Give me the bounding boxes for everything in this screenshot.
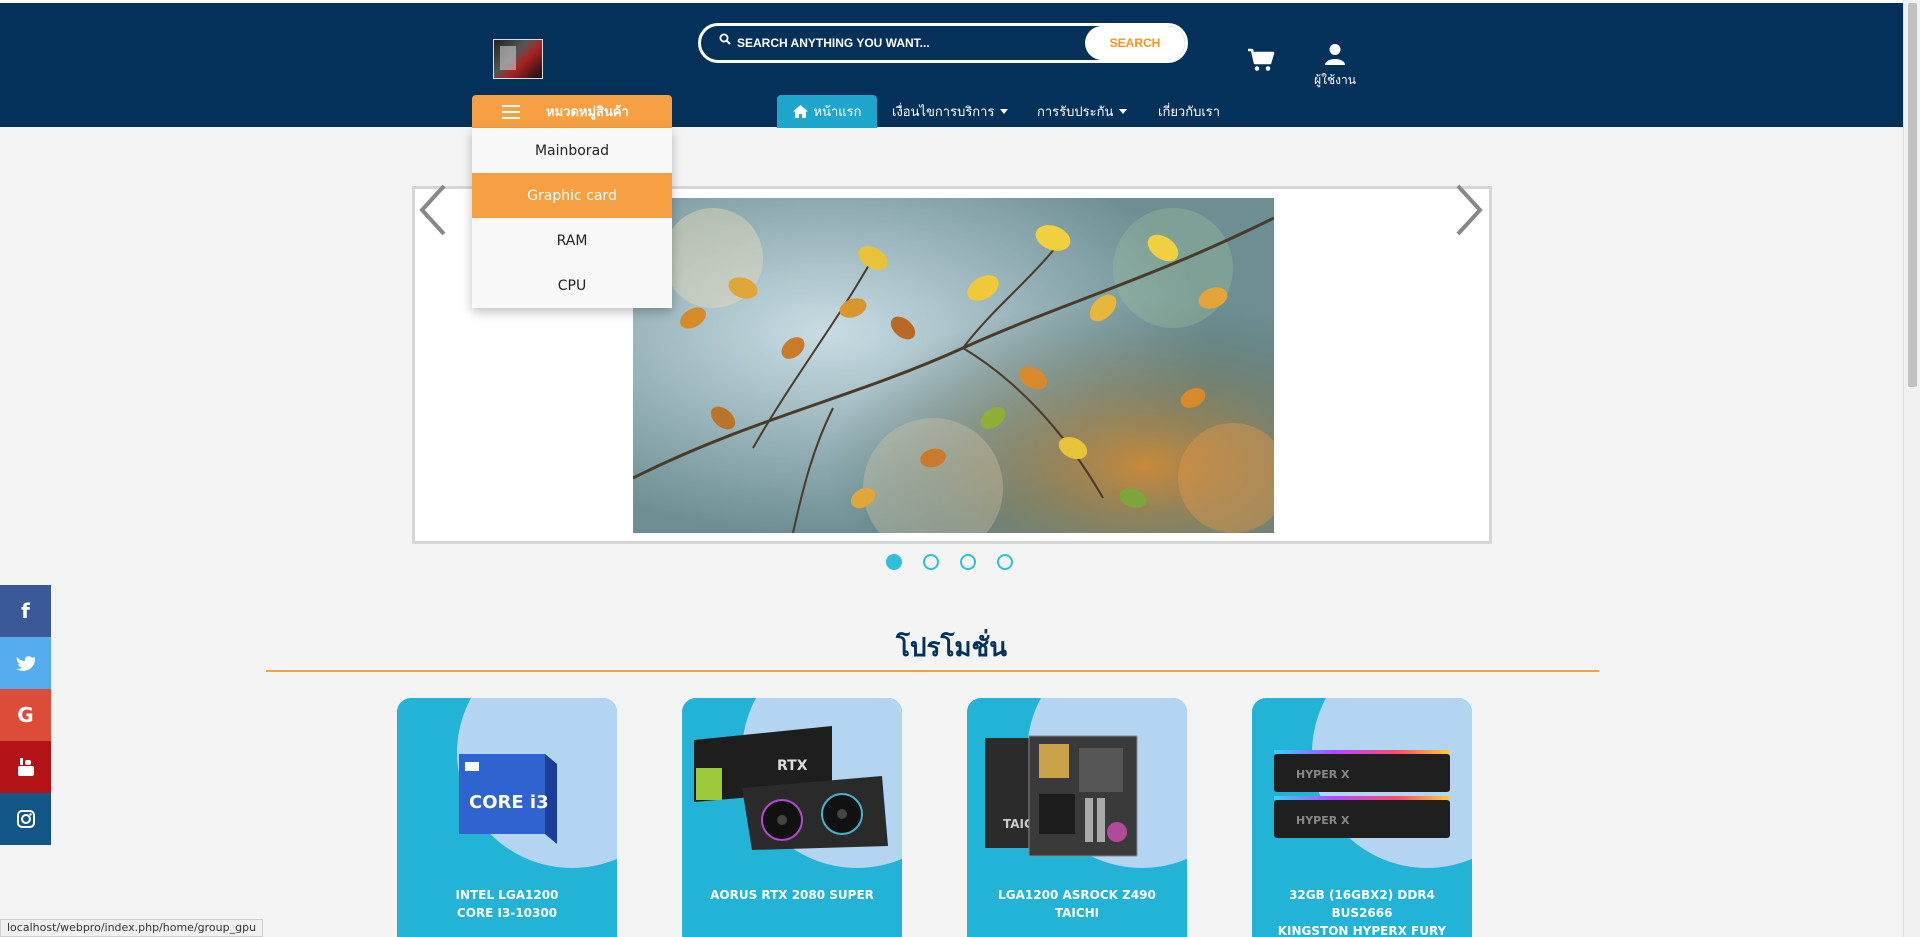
dropdown-item-mainboard[interactable]: Mainborad bbox=[472, 128, 672, 173]
promotions-heading: โปรโมชั่น bbox=[896, 633, 1007, 663]
product-image: RTX bbox=[694, 726, 888, 850]
carousel-next-arrow[interactable] bbox=[1446, 180, 1486, 240]
product-name: AORUS RTX 2080 SUPER bbox=[692, 886, 892, 904]
chevron-down-icon bbox=[1119, 109, 1128, 114]
product-name-line: INTEL LGA1200 bbox=[455, 888, 559, 902]
categories-label: หมวดหมู่สินค้า bbox=[546, 105, 629, 120]
product-name: INTEL LGA1200 CORE I3-10300 bbox=[407, 886, 607, 922]
nav-home[interactable]: หน้าแรก bbox=[777, 95, 877, 128]
page-scrollbar[interactable] bbox=[1903, 0, 1920, 937]
product-name-line: TAICHI bbox=[1054, 906, 1100, 920]
scrollbar-thumb[interactable] bbox=[1908, 3, 1917, 387]
carousel-indicators bbox=[886, 554, 1013, 570]
product-name-line: AORUS RTX 2080 SUPER bbox=[710, 888, 874, 902]
card4-box-text: HYPER X bbox=[1296, 814, 1350, 827]
product-image: TAICHI bbox=[985, 735, 1138, 857]
product-name-line: 32GB (16GBX2) DDR4 BUS2666 bbox=[1289, 888, 1435, 920]
hamburger-icon bbox=[502, 104, 520, 119]
nav-warranty-label: การรับประกัน bbox=[1037, 105, 1114, 120]
nav-warranty[interactable]: การรับประกัน bbox=[1037, 101, 1128, 122]
product-name-line: CORE I3-10300 bbox=[456, 906, 558, 920]
search-bar: SEARCH bbox=[698, 23, 1188, 63]
product-card[interactable]: TAICHI LGA1200 ASROCK Z490 TAICHI bbox=[967, 698, 1187, 937]
card2-box-text: RTX bbox=[777, 758, 808, 774]
nav-home-label: หน้าแรก bbox=[813, 105, 862, 120]
carousel-prev-arrow[interactable] bbox=[416, 180, 456, 240]
carousel-dot[interactable] bbox=[960, 554, 976, 570]
carousel-dot[interactable] bbox=[886, 554, 902, 570]
nav-about-label: เกี่ยวกับเรา bbox=[1158, 105, 1221, 120]
home-icon bbox=[792, 105, 808, 118]
search-input[interactable] bbox=[737, 31, 1077, 55]
carousel-dot[interactable] bbox=[923, 554, 939, 570]
product-image: HYPER X HYPER X bbox=[1274, 750, 1450, 838]
google-icon[interactable]: G bbox=[0, 689, 51, 741]
facebook-icon[interactable]: f bbox=[0, 585, 51, 637]
youtube-icon[interactable] bbox=[0, 741, 51, 793]
card4-box-text: HYPER X bbox=[1296, 768, 1350, 781]
search-button[interactable]: SEARCH bbox=[1085, 26, 1185, 60]
category-dropdown: Mainborad Graphic card RAM CPU bbox=[472, 128, 672, 308]
card1-box-text: CORE i3 bbox=[469, 792, 549, 813]
user-icon bbox=[1325, 44, 1345, 65]
product-card[interactable]: HYPER X HYPER X 32GB (16GBX2) DDR4 BUS26… bbox=[1252, 698, 1472, 937]
twitter-icon[interactable] bbox=[0, 637, 51, 689]
chevron-down-icon bbox=[1000, 109, 1009, 114]
cart-icon[interactable] bbox=[1247, 47, 1275, 73]
carousel-dot[interactable] bbox=[997, 554, 1013, 570]
nav-terms-label: เงื่อนไขการบริการ bbox=[892, 105, 995, 120]
product-card[interactable]: RTX AORUS RTX 2080 SUPER bbox=[682, 698, 902, 937]
instagram-icon[interactable] bbox=[0, 793, 51, 845]
search-icon bbox=[719, 33, 731, 45]
promotions-divider bbox=[266, 670, 1599, 672]
user-menu[interactable]: ผู้ใช้งาน bbox=[1310, 43, 1360, 89]
product-name-line: KINGSTON HYPERX FURY bbox=[1277, 924, 1447, 937]
categories-button[interactable]: หมวดหมู่สินค้า bbox=[472, 95, 672, 128]
nav-terms[interactable]: เงื่อนไขการบริการ bbox=[892, 101, 1009, 122]
dropdown-item-graphic-card[interactable]: Graphic card bbox=[472, 173, 672, 218]
product-name: 32GB (16GBX2) DDR4 BUS2666 KINGSTON HYPE… bbox=[1262, 886, 1462, 937]
carousel-slide-image[interactable] bbox=[633, 198, 1274, 533]
dropdown-item-cpu[interactable]: CPU bbox=[472, 263, 672, 308]
social-share-bar: f G bbox=[0, 585, 51, 845]
product-name: LGA1200 ASROCK Z490 TAICHI bbox=[977, 886, 1177, 922]
nav-about[interactable]: เกี่ยวกับเรา bbox=[1158, 101, 1220, 122]
product-card[interactable]: CORE i3 INTEL LGA1200 CORE I3-10300 bbox=[397, 698, 617, 937]
dropdown-item-ram[interactable]: RAM bbox=[472, 218, 672, 263]
site-logo[interactable] bbox=[493, 39, 543, 79]
product-image: CORE i3 bbox=[459, 754, 557, 844]
product-name-line: LGA1200 ASROCK Z490 bbox=[998, 888, 1156, 902]
user-label: ผู้ใช้งาน bbox=[1314, 73, 1356, 87]
browser-status-bar: localhost/webpro/index.php/home/group_gp… bbox=[0, 919, 264, 937]
